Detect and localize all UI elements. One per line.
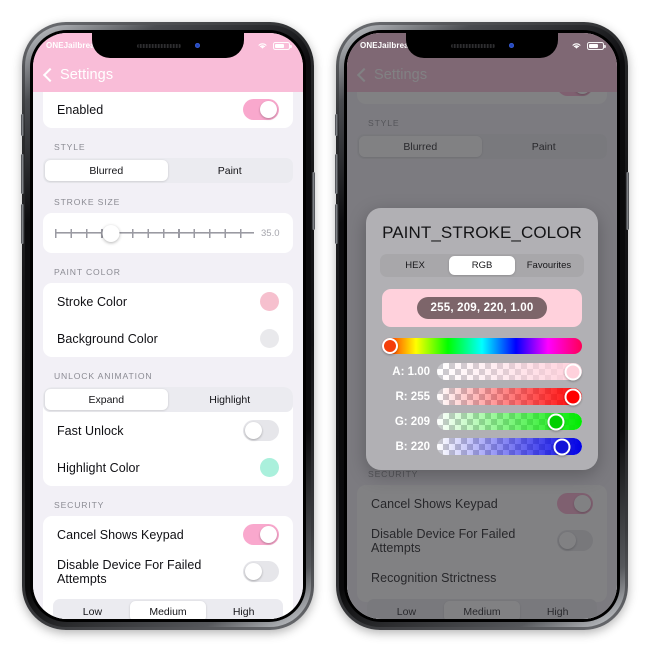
- style-segmented-control[interactable]: Blurred Paint: [43, 158, 293, 183]
- alpha-label: A: 1.00: [392, 365, 430, 378]
- screen-right: ONEJailbreak Settings: [347, 33, 617, 619]
- color-picker-modal: PAINT_STROKE_COLOR HEX RGB Favourites 25…: [366, 208, 598, 470]
- cancel-shows-keypad-label: Cancel Shows Keypad: [57, 527, 184, 542]
- strictness-option-low[interactable]: Low: [55, 601, 131, 619]
- speaker-grille-icon: [450, 43, 495, 48]
- front-camera-icon: [194, 43, 200, 48]
- row-enabled[interactable]: Enabled: [43, 92, 293, 128]
- power-button-right[interactable]: [626, 172, 629, 230]
- strictness-option-high[interactable]: High: [206, 601, 282, 619]
- paint-color-group: Stroke Color Background Color: [43, 283, 293, 357]
- highlight-color-swatch[interactable]: [260, 458, 279, 477]
- green-label: G: 209: [394, 415, 430, 428]
- style-option-blurred[interactable]: Blurred: [44, 159, 168, 182]
- channel-row-green[interactable]: G: 209: [382, 413, 582, 430]
- channel-row-red[interactable]: R: 255: [382, 388, 582, 405]
- status-icons: [571, 41, 606, 50]
- color-preview: 255, 209, 220, 1.00: [382, 289, 582, 327]
- battery-icon: [273, 41, 292, 50]
- stroke-size-row[interactable]: 35.0: [43, 213, 293, 253]
- hue-slider[interactable]: [382, 338, 582, 354]
- chevron-left-icon: [42, 67, 58, 82]
- screenshot-stage: ONEJailbreak Settings Enabled STYLE Blur…: [0, 0, 650, 650]
- volume-down-button-right[interactable]: [335, 204, 338, 244]
- stroke-size-header: STROKE SIZE: [54, 197, 121, 207]
- disable-device-label: Disable Device For Failed Attempts: [57, 557, 202, 586]
- notch-right: [406, 33, 558, 58]
- strictness-option-medium[interactable]: Medium: [130, 600, 206, 619]
- fast-unlock-label: Fast Unlock: [57, 423, 124, 438]
- color-value-chip: 255, 209, 220, 1.00: [416, 297, 548, 319]
- highlight-color-label: Highlight Color: [57, 460, 140, 475]
- wifi-icon: [572, 43, 581, 49]
- enabled-label: Enabled: [57, 102, 104, 117]
- stroke-color-label: Stroke Color: [57, 294, 128, 309]
- wifi-icon: [258, 43, 267, 49]
- green-slider-knob[interactable]: [547, 413, 565, 430]
- fast-unlock-toggle[interactable]: [243, 420, 279, 441]
- back-button[interactable]: Settings: [42, 67, 114, 83]
- style-header: STYLE: [54, 142, 86, 152]
- color-picker-tabs[interactable]: HEX RGB Favourites: [380, 254, 584, 277]
- unlock-animation-segmented-control[interactable]: Expand Highlight: [43, 387, 293, 412]
- row-fast-unlock[interactable]: Fast Unlock: [43, 412, 293, 449]
- red-slider[interactable]: [437, 388, 582, 405]
- red-label: R: 255: [395, 390, 430, 403]
- paint-color-header: PAINT COLOR: [54, 267, 121, 277]
- slider-ticks: [55, 228, 254, 238]
- volume-down-button[interactable]: [21, 204, 24, 244]
- channel-row-alpha[interactable]: A: 1.00: [382, 363, 582, 380]
- tab-rgb[interactable]: RGB: [448, 255, 516, 276]
- front-camera-icon: [508, 43, 514, 48]
- battery-icon: [587, 41, 606, 50]
- tab-favourites[interactable]: Favourites: [515, 256, 582, 276]
- mute-switch[interactable]: [21, 114, 24, 136]
- unlock-animation-group: Expand Highlight Fast Unlock Highlight C…: [43, 387, 293, 486]
- row-disable-device[interactable]: Disable Device For Failed Attempts: [43, 553, 293, 590]
- slider-knob[interactable]: [102, 224, 120, 242]
- volume-up-button[interactable]: [21, 154, 24, 194]
- unlock-animation-header: UNLOCK ANIMATION: [54, 371, 153, 381]
- stroke-color-swatch[interactable]: [260, 292, 279, 311]
- status-icons: [257, 41, 292, 50]
- phone-right: ONEJailbreak Settings: [335, 22, 629, 630]
- channel-row-blue[interactable]: B: 220: [382, 438, 582, 455]
- volume-up-button-right[interactable]: [335, 154, 338, 194]
- tab-hex[interactable]: HEX: [382, 256, 449, 276]
- style-option-paint[interactable]: Paint: [168, 160, 291, 182]
- red-slider-knob[interactable]: [564, 388, 582, 405]
- mute-switch-right[interactable]: [335, 114, 338, 136]
- blue-label: B: 220: [395, 440, 430, 453]
- background-color-label: Background Color: [57, 331, 158, 346]
- speaker-grille-icon: [136, 43, 181, 48]
- security-header: SECURITY: [54, 500, 105, 510]
- color-picker-title: PAINT_STROKE_COLOR: [382, 223, 582, 242]
- unlock-option-highlight[interactable]: Highlight: [168, 389, 291, 411]
- hue-slider-knob[interactable]: [382, 338, 398, 354]
- disable-device-toggle[interactable]: [243, 561, 279, 582]
- enabled-toggle[interactable]: [243, 99, 279, 120]
- settings-content[interactable]: Enabled STYLE Blurred Paint STROKE SIZE: [33, 92, 303, 619]
- notch: [92, 33, 244, 58]
- strictness-segmented-control[interactable]: Low Medium High: [53, 599, 283, 619]
- stroke-size-value: 35.0: [261, 227, 280, 239]
- stroke-size-group: 35.0: [43, 213, 293, 253]
- phone-left: ONEJailbreak Settings Enabled STYLE Blur…: [21, 22, 315, 630]
- background-color-swatch[interactable]: [260, 329, 279, 348]
- unlock-option-expand[interactable]: Expand: [44, 388, 168, 411]
- alpha-slider-knob[interactable]: [564, 363, 582, 380]
- power-button[interactable]: [312, 172, 315, 230]
- row-cancel-shows-keypad[interactable]: Cancel Shows Keypad: [43, 516, 293, 553]
- page-title: Settings: [60, 67, 114, 83]
- stroke-size-slider[interactable]: [55, 221, 254, 245]
- row-background-color[interactable]: Background Color: [43, 320, 293, 357]
- row-highlight-color[interactable]: Highlight Color: [43, 449, 293, 486]
- alpha-slider[interactable]: [437, 363, 582, 380]
- enabled-group: Enabled: [43, 92, 293, 128]
- screen-left: ONEJailbreak Settings Enabled STYLE Blur…: [33, 33, 303, 619]
- blue-slider-knob[interactable]: [553, 438, 571, 455]
- row-stroke-color[interactable]: Stroke Color: [43, 283, 293, 320]
- cancel-shows-keypad-toggle[interactable]: [243, 524, 279, 545]
